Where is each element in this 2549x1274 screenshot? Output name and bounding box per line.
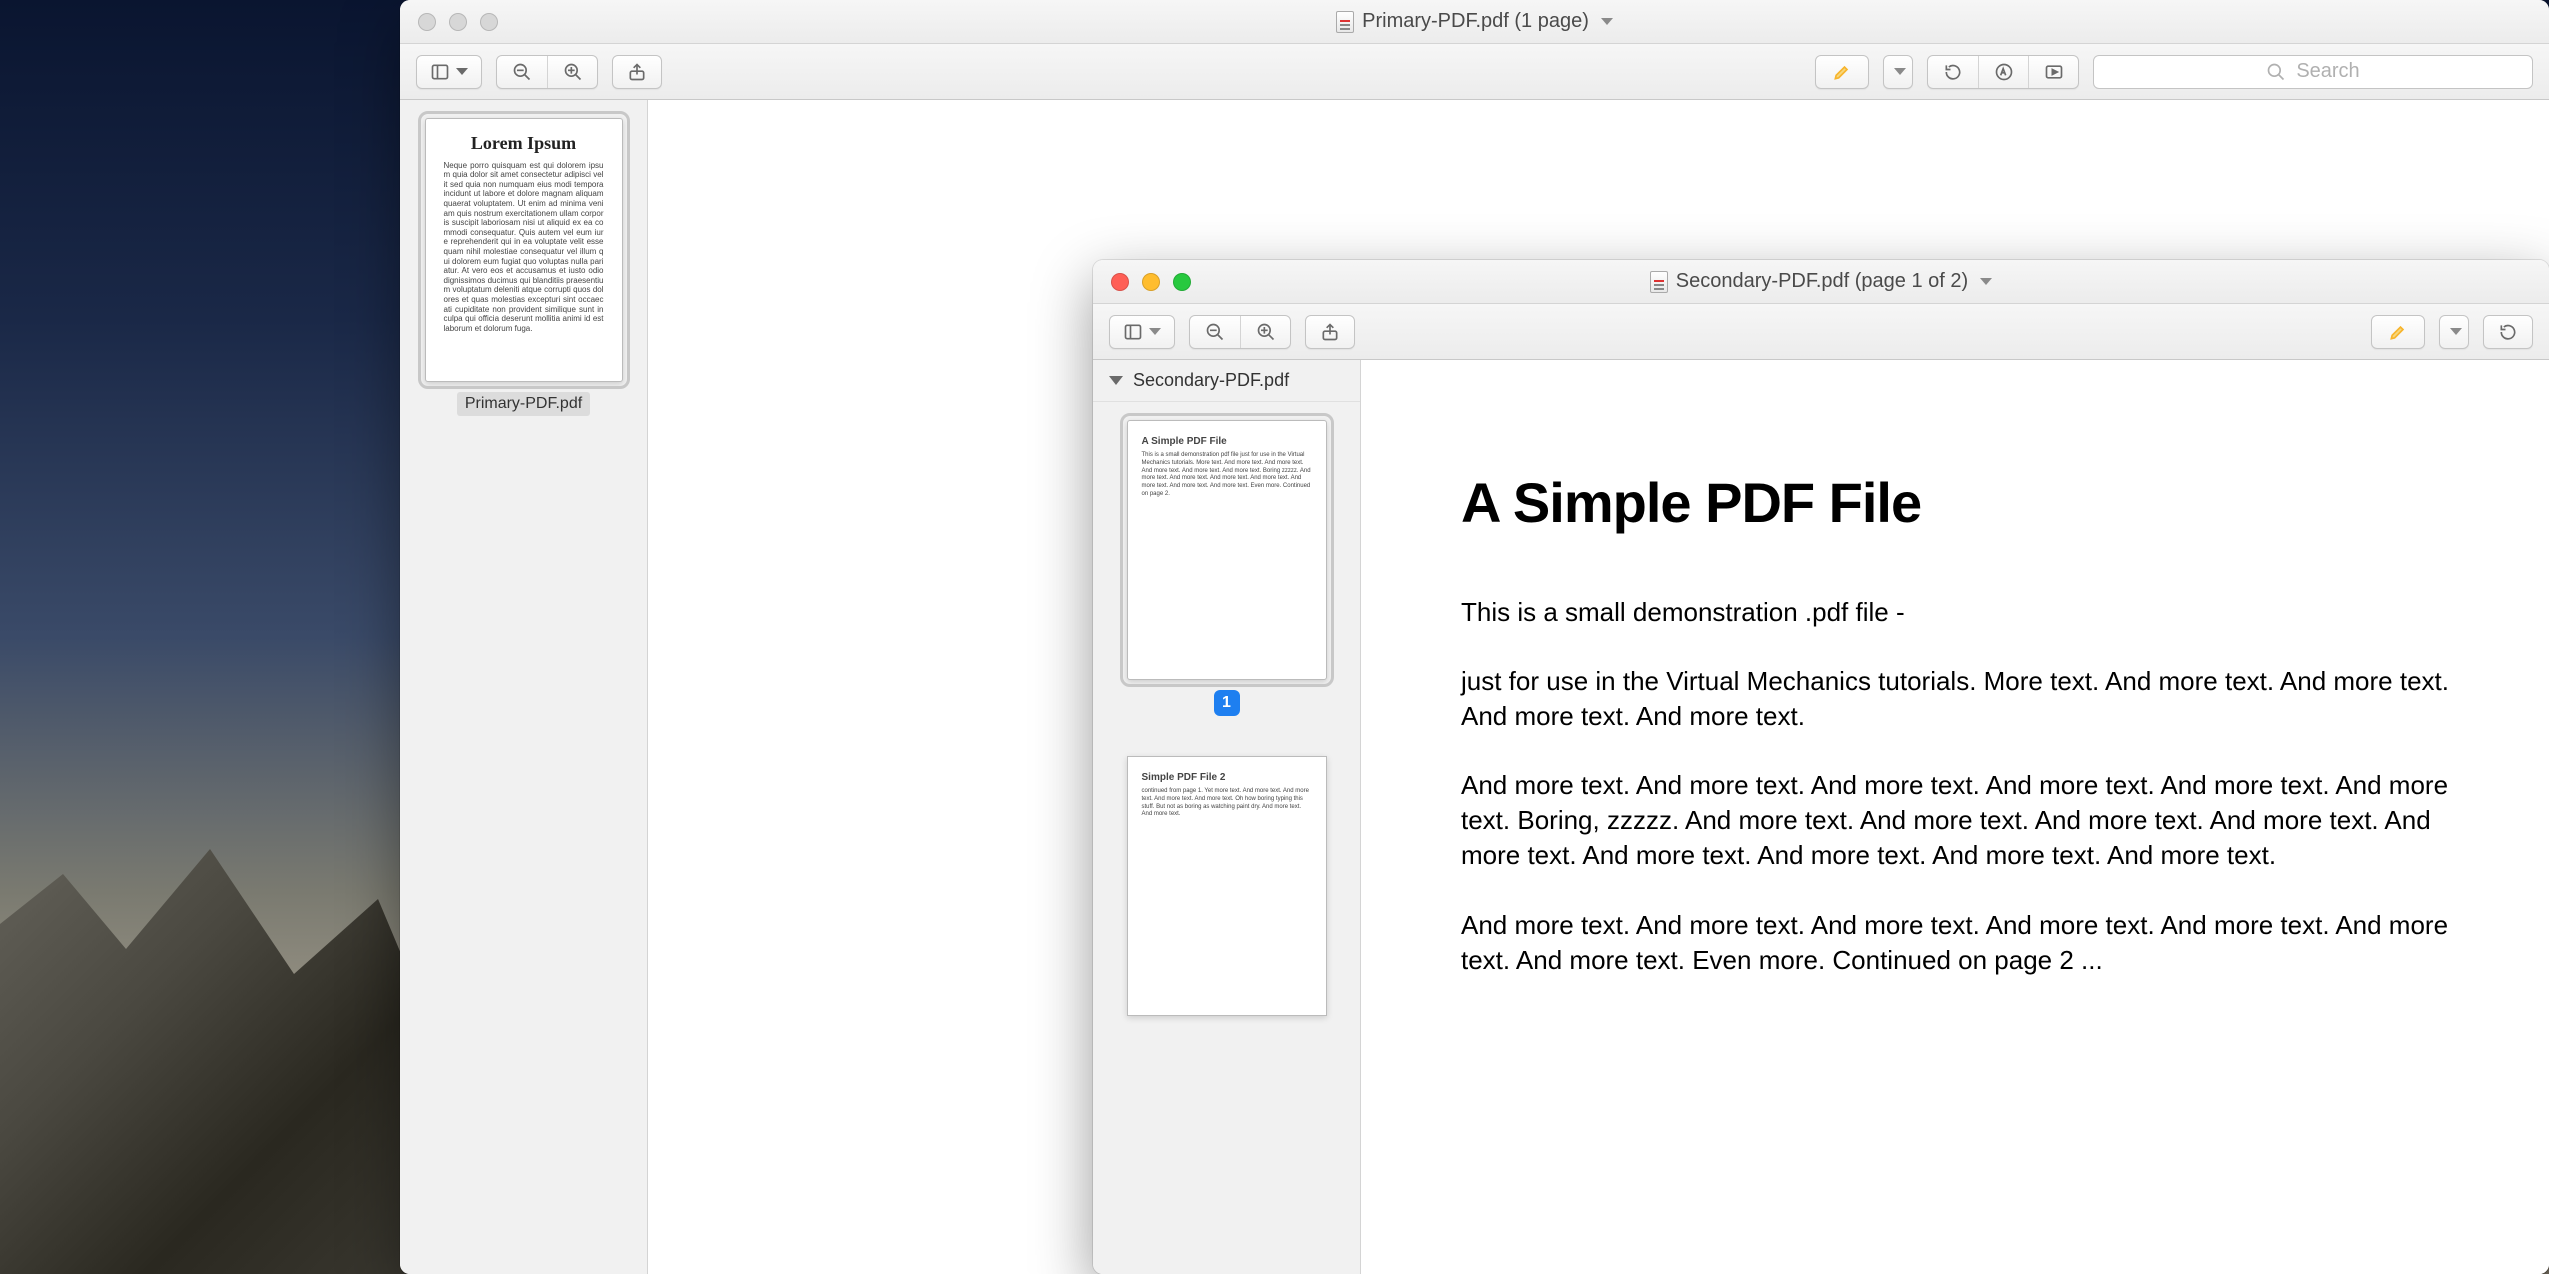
thumbnail-label[interactable]: Primary-PDF.pdf xyxy=(457,392,590,416)
thumb-heading: Simple PDF File 2 xyxy=(1142,771,1312,784)
highlighter-icon xyxy=(1832,62,1852,82)
page-thumbnail-1[interactable]: A Simple PDF File This is a small demons… xyxy=(1127,420,1327,680)
titlebar[interactable]: Primary-PDF.pdf (1 page) xyxy=(400,0,2549,44)
toolbar: Search xyxy=(400,44,2549,100)
toolbar xyxy=(1093,304,2549,360)
disclosure-triangle-icon[interactable] xyxy=(1109,376,1123,385)
markup-button[interactable] xyxy=(1978,56,2028,88)
zoom-out-icon xyxy=(512,62,532,82)
title-dropdown-icon[interactable] xyxy=(1601,18,1613,25)
share-icon xyxy=(627,62,647,82)
chevron-down-icon xyxy=(456,68,468,75)
highlight-button[interactable] xyxy=(1815,55,1869,89)
markup-icon xyxy=(1994,62,2014,82)
zoom-in-button[interactable] xyxy=(547,56,597,88)
zoom-in-button[interactable] xyxy=(1240,316,1290,348)
sidebar-file-header[interactable]: Secondary-PDF.pdf xyxy=(1093,360,1360,402)
thumbnails-sidebar: Secondary-PDF.pdf A Simple PDF File This… xyxy=(1093,360,1361,1274)
minimize-button[interactable] xyxy=(1142,273,1160,291)
page-thumbnail-1[interactable]: Lorem Ipsum Neque porro quisquam est qui… xyxy=(425,118,623,382)
document-paragraph: And more text. And more text. And more t… xyxy=(1461,768,2449,873)
play-icon xyxy=(2044,62,2064,82)
page-number-badge: 1 xyxy=(1214,690,1240,716)
search-field[interactable]: Search xyxy=(2093,55,2533,89)
page-thumbnail-2[interactable]: Simple PDF File 2 continued from page 1.… xyxy=(1127,756,1327,1016)
thumbnails-sidebar: Lorem Ipsum Neque porro quisquam est qui… xyxy=(400,100,648,1274)
close-button[interactable] xyxy=(418,13,436,31)
sidebar-icon xyxy=(1123,322,1143,342)
share-button[interactable] xyxy=(612,55,662,89)
minimize-button[interactable] xyxy=(449,13,467,31)
zoom-out-button[interactable] xyxy=(497,56,547,88)
sidebar-icon xyxy=(430,62,450,82)
title-dropdown-icon[interactable] xyxy=(1980,278,1992,285)
sidebar-filename: Secondary-PDF.pdf xyxy=(1133,370,1289,391)
pdf-file-icon xyxy=(1650,271,1668,293)
thumb-body: This is a small demonstration pdf file j… xyxy=(1142,452,1312,499)
slideshow-button[interactable] xyxy=(2028,56,2078,88)
close-button[interactable] xyxy=(1111,273,1129,291)
window-title: Secondary-PDF.pdf (page 1 of 2) xyxy=(1676,270,1968,293)
document-paragraph: And more text. And more text. And more t… xyxy=(1461,908,2449,978)
highlight-button[interactable] xyxy=(2371,315,2425,349)
zoom-segment xyxy=(1189,315,1291,349)
share-icon xyxy=(1320,322,1340,342)
sidebar-view-button[interactable] xyxy=(1109,315,1175,349)
titlebar[interactable]: Secondary-PDF.pdf (page 1 of 2) xyxy=(1093,260,2549,304)
zoom-in-icon xyxy=(1256,322,1276,342)
document-paragraph: just for use in the Virtual Mechanics tu… xyxy=(1461,664,2449,734)
chevron-down-icon xyxy=(2450,328,2462,335)
document-heading: A Simple PDF File xyxy=(1461,470,2449,535)
thumb-heading: A Simple PDF File xyxy=(1142,435,1312,448)
rotate-icon xyxy=(1943,62,1963,82)
highlight-dropdown[interactable] xyxy=(1883,55,1913,89)
chevron-down-icon xyxy=(1894,68,1906,75)
highlight-dropdown[interactable] xyxy=(2439,315,2469,349)
window-title: Primary-PDF.pdf (1 page) xyxy=(1362,10,1589,33)
pdf-file-icon xyxy=(1336,11,1354,33)
search-icon xyxy=(2266,62,2286,82)
zoom-in-icon xyxy=(563,62,583,82)
document-paragraph: This is a small demonstration .pdf file … xyxy=(1461,595,2449,630)
window-secondary-pdf: Secondary-PDF.pdf (page 1 of 2) xyxy=(1093,260,2549,1274)
zoom-button[interactable] xyxy=(1173,273,1191,291)
search-placeholder: Search xyxy=(2296,60,2359,83)
rotate-button[interactable] xyxy=(2483,315,2533,349)
zoom-out-icon xyxy=(1205,322,1225,342)
rotate-button[interactable] xyxy=(1928,56,1978,88)
desktop-background xyxy=(0,774,420,1274)
share-button[interactable] xyxy=(1305,315,1355,349)
zoom-segment xyxy=(496,55,598,89)
chevron-down-icon xyxy=(1149,328,1161,335)
rotate-icon xyxy=(2498,322,2518,342)
sidebar-view-button[interactable] xyxy=(416,55,482,89)
highlighter-icon xyxy=(2388,322,2408,342)
document-view[interactable]: A Simple PDF File This is a small demons… xyxy=(1361,360,2549,1274)
zoom-button[interactable] xyxy=(480,13,498,31)
thumb-body: continued from page 1. Yet more text. An… xyxy=(1142,788,1312,819)
thumbnail-doc-heading: Lorem Ipsum xyxy=(444,133,604,155)
rotate-markup-segment xyxy=(1927,55,2079,89)
thumbnail-body-text: Neque porro quisquam est qui dolorem ips… xyxy=(444,161,604,334)
zoom-out-button[interactable] xyxy=(1190,316,1240,348)
